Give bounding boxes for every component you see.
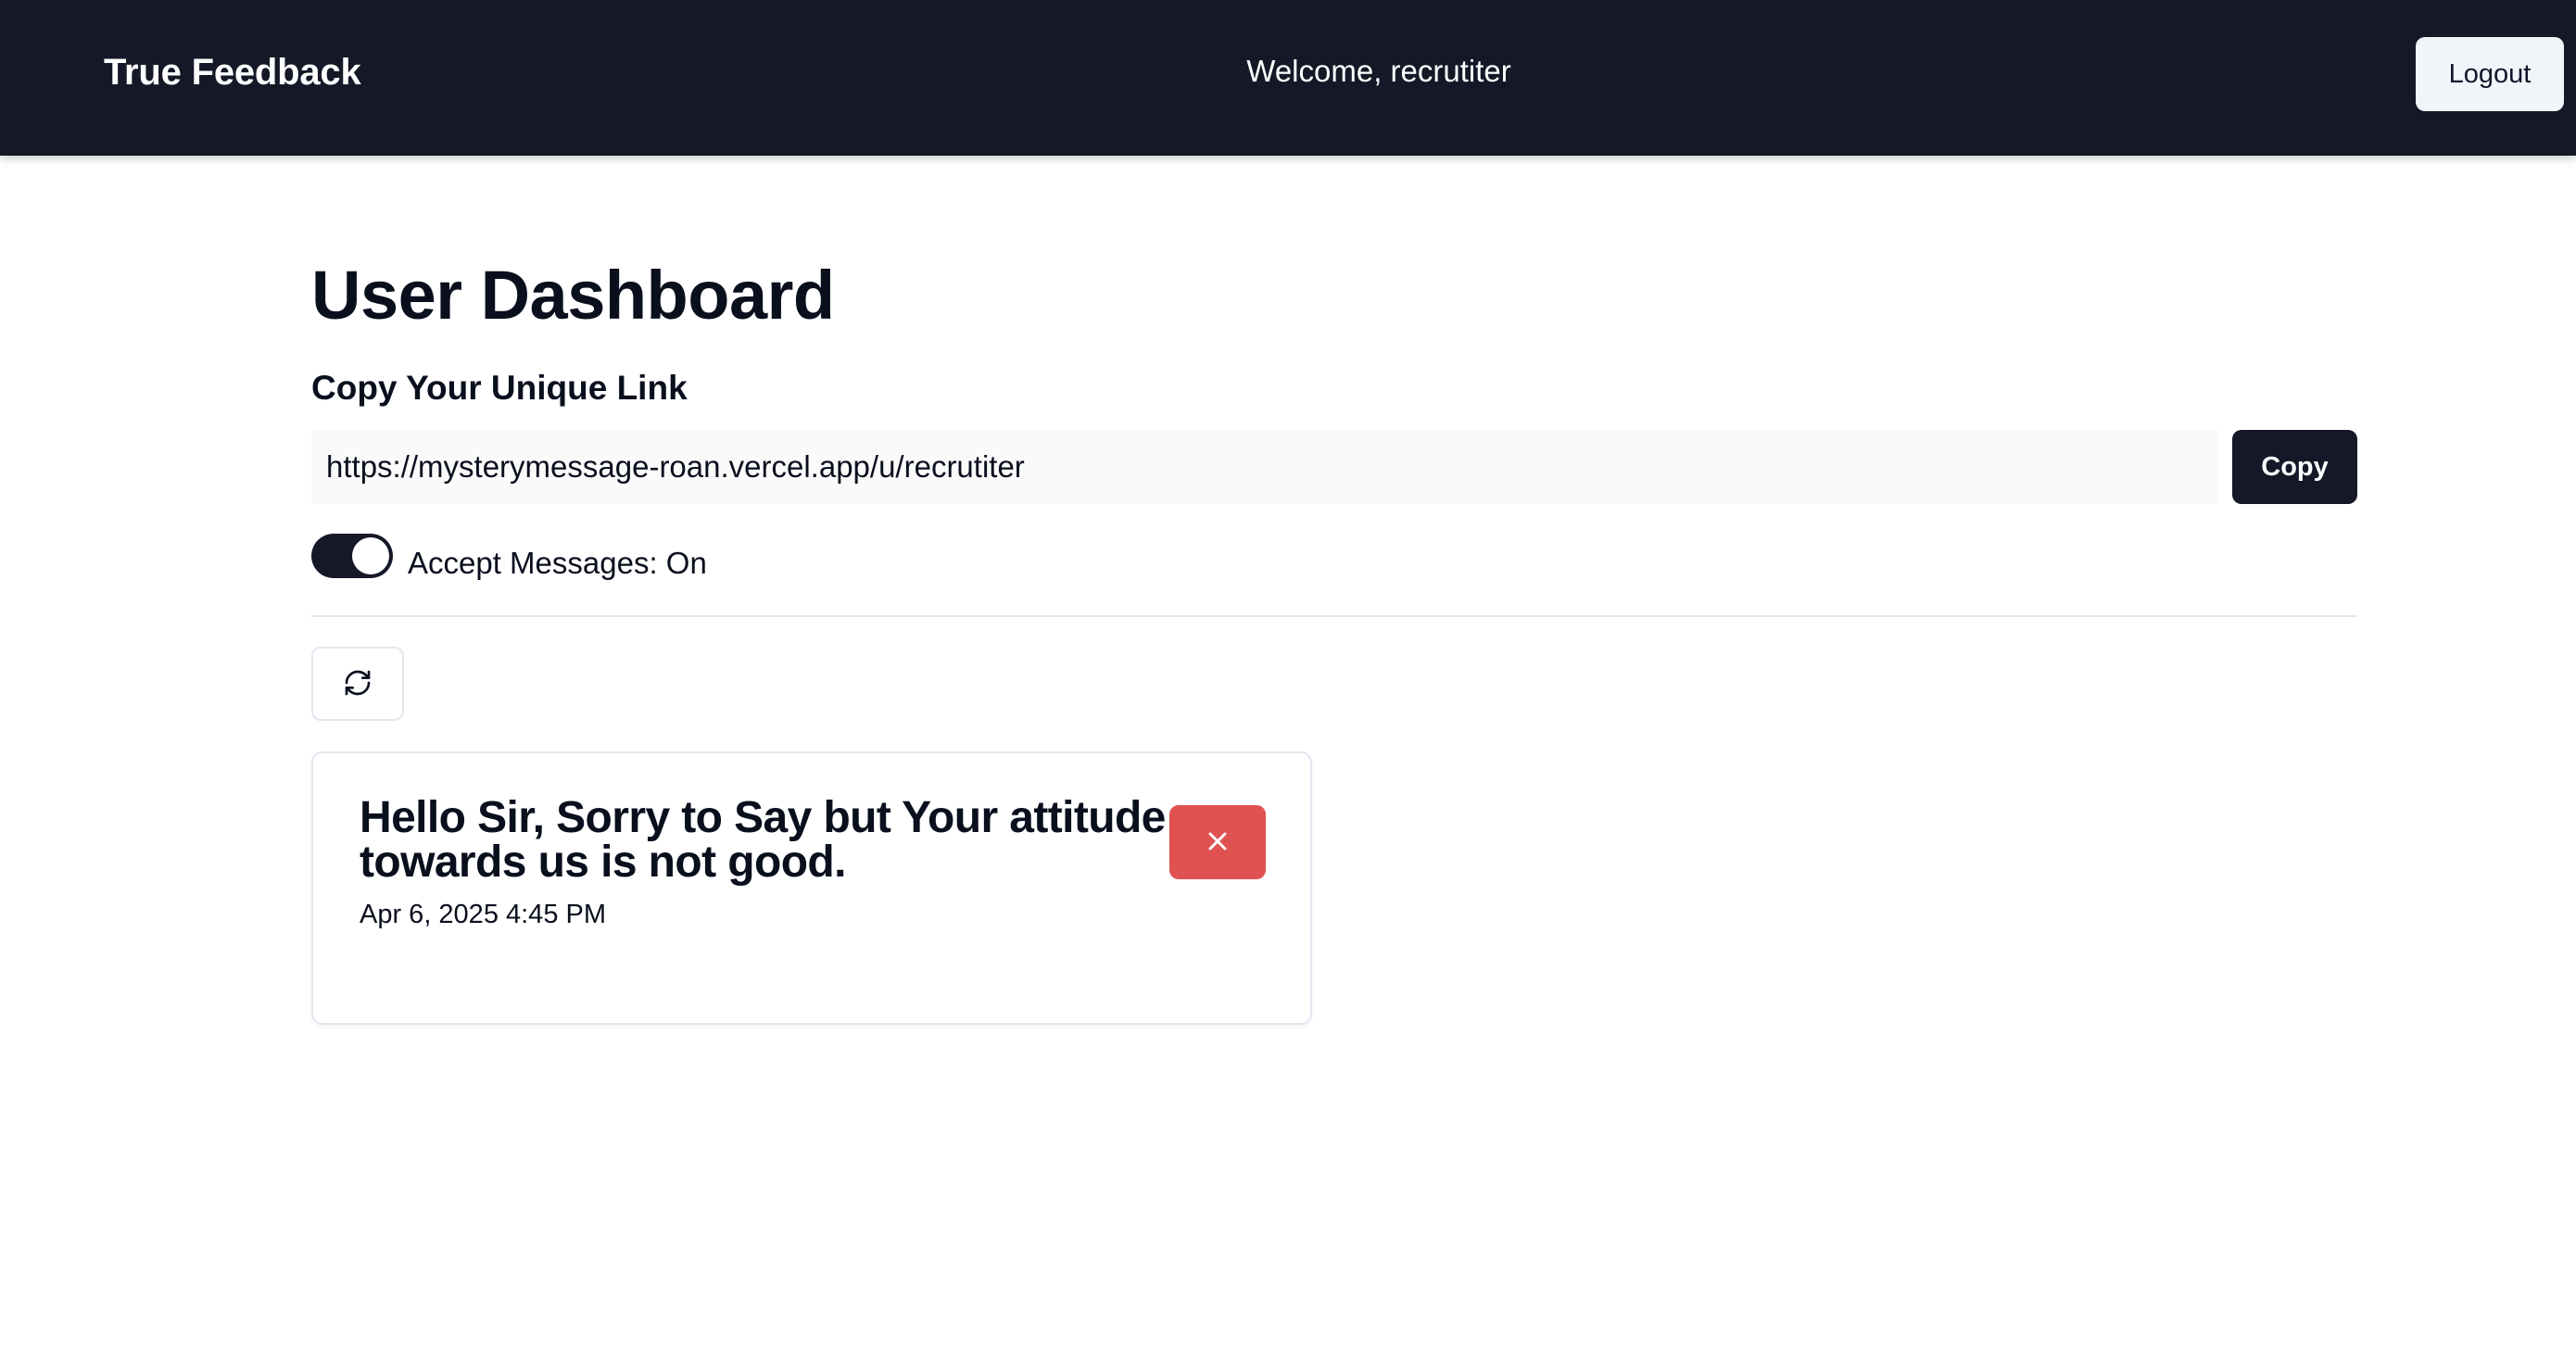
accept-messages-switch[interactable]: [311, 534, 393, 578]
section-divider: [311, 615, 2357, 617]
refresh-icon: [343, 668, 373, 700]
refresh-button[interactable]: [311, 647, 404, 721]
copy-button[interactable]: Copy: [2232, 430, 2357, 504]
logout-button[interactable]: Logout: [2416, 37, 2564, 111]
message-content: Hello Sir, Sorry to Say but Your attitud…: [360, 793, 1166, 887]
accept-messages-label: Accept Messages: On: [408, 546, 707, 580]
welcome-text: Welcome, recrutiter: [1246, 54, 1511, 88]
unique-link-input[interactable]: [311, 430, 2218, 504]
page-title: User Dashboard: [311, 257, 835, 334]
switch-knob: [352, 537, 389, 574]
message-date: Apr 6, 2025 4:45 PM: [360, 900, 606, 929]
close-icon: [1203, 826, 1232, 859]
navbar: True Feedback Welcome, recrutiter Logout: [0, 0, 2576, 156]
delete-message-button[interactable]: [1169, 805, 1266, 879]
message-card: Hello Sir, Sorry to Say but Your attitud…: [311, 751, 1312, 1025]
unique-link-heading: Copy Your Unique Link: [311, 369, 688, 407]
